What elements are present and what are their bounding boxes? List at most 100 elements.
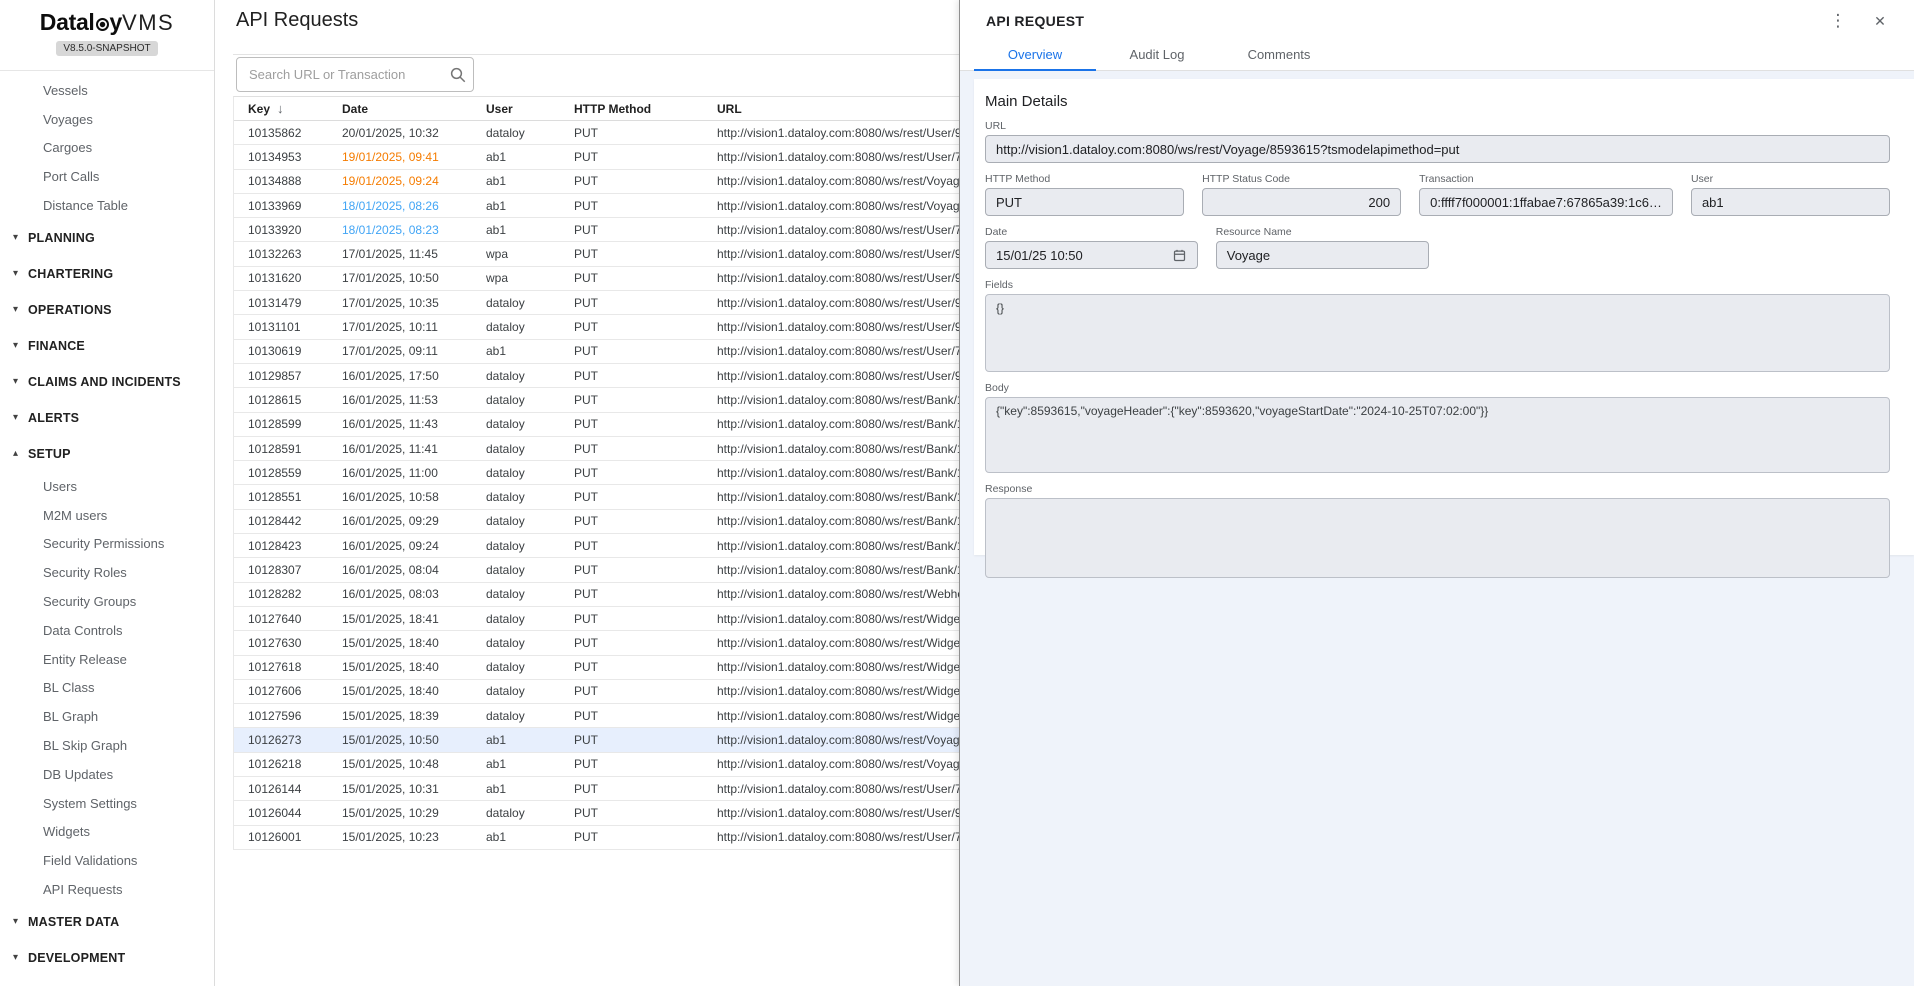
cell-http-method: PUT xyxy=(574,149,598,164)
fields-textarea[interactable]: {} xyxy=(985,294,1890,372)
column-header-http-method[interactable]: HTTP Method xyxy=(574,102,717,116)
cell-key: 10126273 xyxy=(248,733,302,748)
cell-http-method: PUT xyxy=(574,441,598,456)
cell-user: dataloy xyxy=(486,490,525,505)
caret-icon xyxy=(13,952,28,963)
sidebar-item[interactable]: Distance Table xyxy=(0,191,214,220)
cell-http-method: PUT xyxy=(574,465,598,480)
sidebar-item[interactable]: CHARTERING xyxy=(0,256,214,292)
caret-icon xyxy=(13,268,28,279)
date-value: 15/01/2025, 18:41 xyxy=(342,611,439,626)
sidebar-item[interactable]: Security Roles xyxy=(0,558,214,587)
sidebar-item[interactable]: SETUP xyxy=(0,436,214,472)
column-header-key[interactable]: Key ↓ xyxy=(234,101,342,116)
sidebar-item[interactable]: DEVELOPMENT xyxy=(0,940,214,976)
close-icon[interactable]: ✕ xyxy=(1868,9,1892,33)
panel-title: API REQUEST xyxy=(986,13,1085,29)
sidebar-item[interactable]: Field Validations xyxy=(0,846,214,875)
sidebar-item[interactable]: BL Class xyxy=(0,674,214,703)
cell-key: 10127630 xyxy=(248,635,302,650)
sidebar-item[interactable]: BL Skip Graph xyxy=(0,731,214,760)
kebab-menu-icon[interactable]: ⋮ xyxy=(1826,9,1850,33)
cell-http-method: PUT xyxy=(574,805,598,820)
sidebar-item[interactable]: CLAIMS AND INCIDENTS xyxy=(0,364,214,400)
date-value: 17/01/2025, 10:11 xyxy=(342,320,438,335)
cell-date: 17/01/2025, 10:50 xyxy=(342,271,486,285)
url-field-label: URL xyxy=(985,120,1007,132)
sidebar-item[interactable]: Cargoes xyxy=(0,134,214,163)
cell-key: 10131101 xyxy=(248,320,301,335)
sidebar-item[interactable]: OPERATIONS xyxy=(0,292,214,328)
sidebar-item[interactable]: Vessels xyxy=(0,76,214,105)
cell-http-method: PUT xyxy=(574,635,598,650)
sidebar-item-label: DEVELOPMENT xyxy=(28,950,126,965)
sidebar-item[interactable]: DB Updates xyxy=(0,760,214,789)
url-field[interactable]: http://vision1.dataloy.com:8080/ws/rest/… xyxy=(985,135,1890,163)
sidebar-item[interactable]: Voyages xyxy=(0,105,214,134)
cell-http-method: PUT xyxy=(574,222,598,237)
http-method-label: HTTP Method xyxy=(985,173,1051,185)
sidebar-item[interactable]: M2M users xyxy=(0,501,214,530)
sidebar-item[interactable]: Widgets xyxy=(0,818,214,847)
panel-tab[interactable]: Overview xyxy=(974,38,1096,71)
cell-key: 10133920 xyxy=(248,222,302,237)
column-header-date[interactable]: Date xyxy=(342,102,486,116)
cell-key: 10126044 xyxy=(248,805,302,820)
cell-user: dataloy xyxy=(486,417,525,432)
date-value: 19/01/2025, 09:41 xyxy=(342,149,439,164)
user-field[interactable]: ab1 xyxy=(1690,188,1890,216)
cell-user: ab1 xyxy=(486,344,507,359)
sidebar-item[interactable]: System Settings xyxy=(0,789,214,818)
cell-date: 16/01/2025, 08:03 xyxy=(342,587,486,601)
sidebar-item[interactable]: FINANCE xyxy=(0,328,214,364)
date-field[interactable]: 15/01/25 10:50 xyxy=(985,241,1198,269)
sidebar-item[interactable]: PLANNING xyxy=(0,220,214,256)
date-value: 16/01/2025, 10:58 xyxy=(342,490,439,505)
sidebar-item[interactable]: Data Controls xyxy=(0,616,214,645)
resource-name-field[interactable]: Voyage xyxy=(1215,241,1429,269)
cell-date: 15/01/2025, 10:50 xyxy=(342,733,486,747)
sidebar-item[interactable]: MASTER DATA xyxy=(0,904,214,940)
sidebar-item[interactable]: Port Calls xyxy=(0,162,214,191)
logo-brand-left: Datal xyxy=(39,9,95,35)
sidebar-item-label: BL Graph xyxy=(43,709,99,725)
cell-key: 10134953 xyxy=(248,149,302,164)
panel-tab[interactable]: Comments xyxy=(1218,38,1340,71)
sidebar-item[interactable]: ALERTS xyxy=(0,400,214,436)
column-header-user[interactable]: User xyxy=(486,102,574,116)
cell-user: ab1 xyxy=(486,174,507,189)
sidebar-item-label: BL Class xyxy=(43,680,95,696)
body-textarea[interactable]: {"key":8593615,"voyageHeader":{"key":859… xyxy=(985,397,1890,473)
search-icon[interactable] xyxy=(443,66,473,84)
sidebar-item[interactable]: Users xyxy=(0,472,214,501)
cell-date: 15/01/2025, 18:40 xyxy=(342,636,486,650)
date-value: 17/01/2025, 10:35 xyxy=(342,295,439,310)
sidebar-item-label: System Settings xyxy=(43,795,137,811)
page-title: API Requests xyxy=(236,9,359,31)
sidebar-item[interactable]: BL Graph xyxy=(0,702,214,731)
panel-tab[interactable]: Audit Log xyxy=(1096,38,1218,71)
cell-key: 10130619 xyxy=(248,344,302,359)
sidebar-item[interactable]: Security Groups xyxy=(0,587,214,616)
sidebar-item-label: Widgets xyxy=(43,824,90,840)
status-code-field[interactable]: 200 xyxy=(1202,188,1402,216)
response-textarea[interactable] xyxy=(985,498,1890,578)
cell-user: ab1 xyxy=(486,830,507,845)
calendar-icon[interactable] xyxy=(1172,248,1187,263)
logo-o-icon xyxy=(95,18,109,31)
date-value: 16/01/2025, 08:04 xyxy=(342,562,439,577)
search-input[interactable] xyxy=(237,67,443,82)
version-badge: V8.5.0-SNAPSHOT xyxy=(56,41,158,56)
cell-date: 18/01/2025, 08:23 xyxy=(342,223,486,237)
http-method-field[interactable]: PUT xyxy=(985,188,1185,216)
sidebar-item[interactable]: API Requests xyxy=(0,875,214,904)
cell-http-method: PUT xyxy=(574,295,598,310)
sidebar-item[interactable]: Security Permissions xyxy=(0,530,214,559)
caret-icon xyxy=(13,412,28,423)
transaction-field[interactable]: 0:ffff7f000001:1ffabae7:67865a39:1c6… xyxy=(1419,188,1673,216)
cell-http-method: PUT xyxy=(574,830,598,845)
cell-date: 15/01/2025, 10:23 xyxy=(342,830,486,844)
cell-key: 10126218 xyxy=(248,757,302,772)
cell-key: 10128442 xyxy=(248,514,302,529)
sidebar-item[interactable]: Entity Release xyxy=(0,645,214,674)
